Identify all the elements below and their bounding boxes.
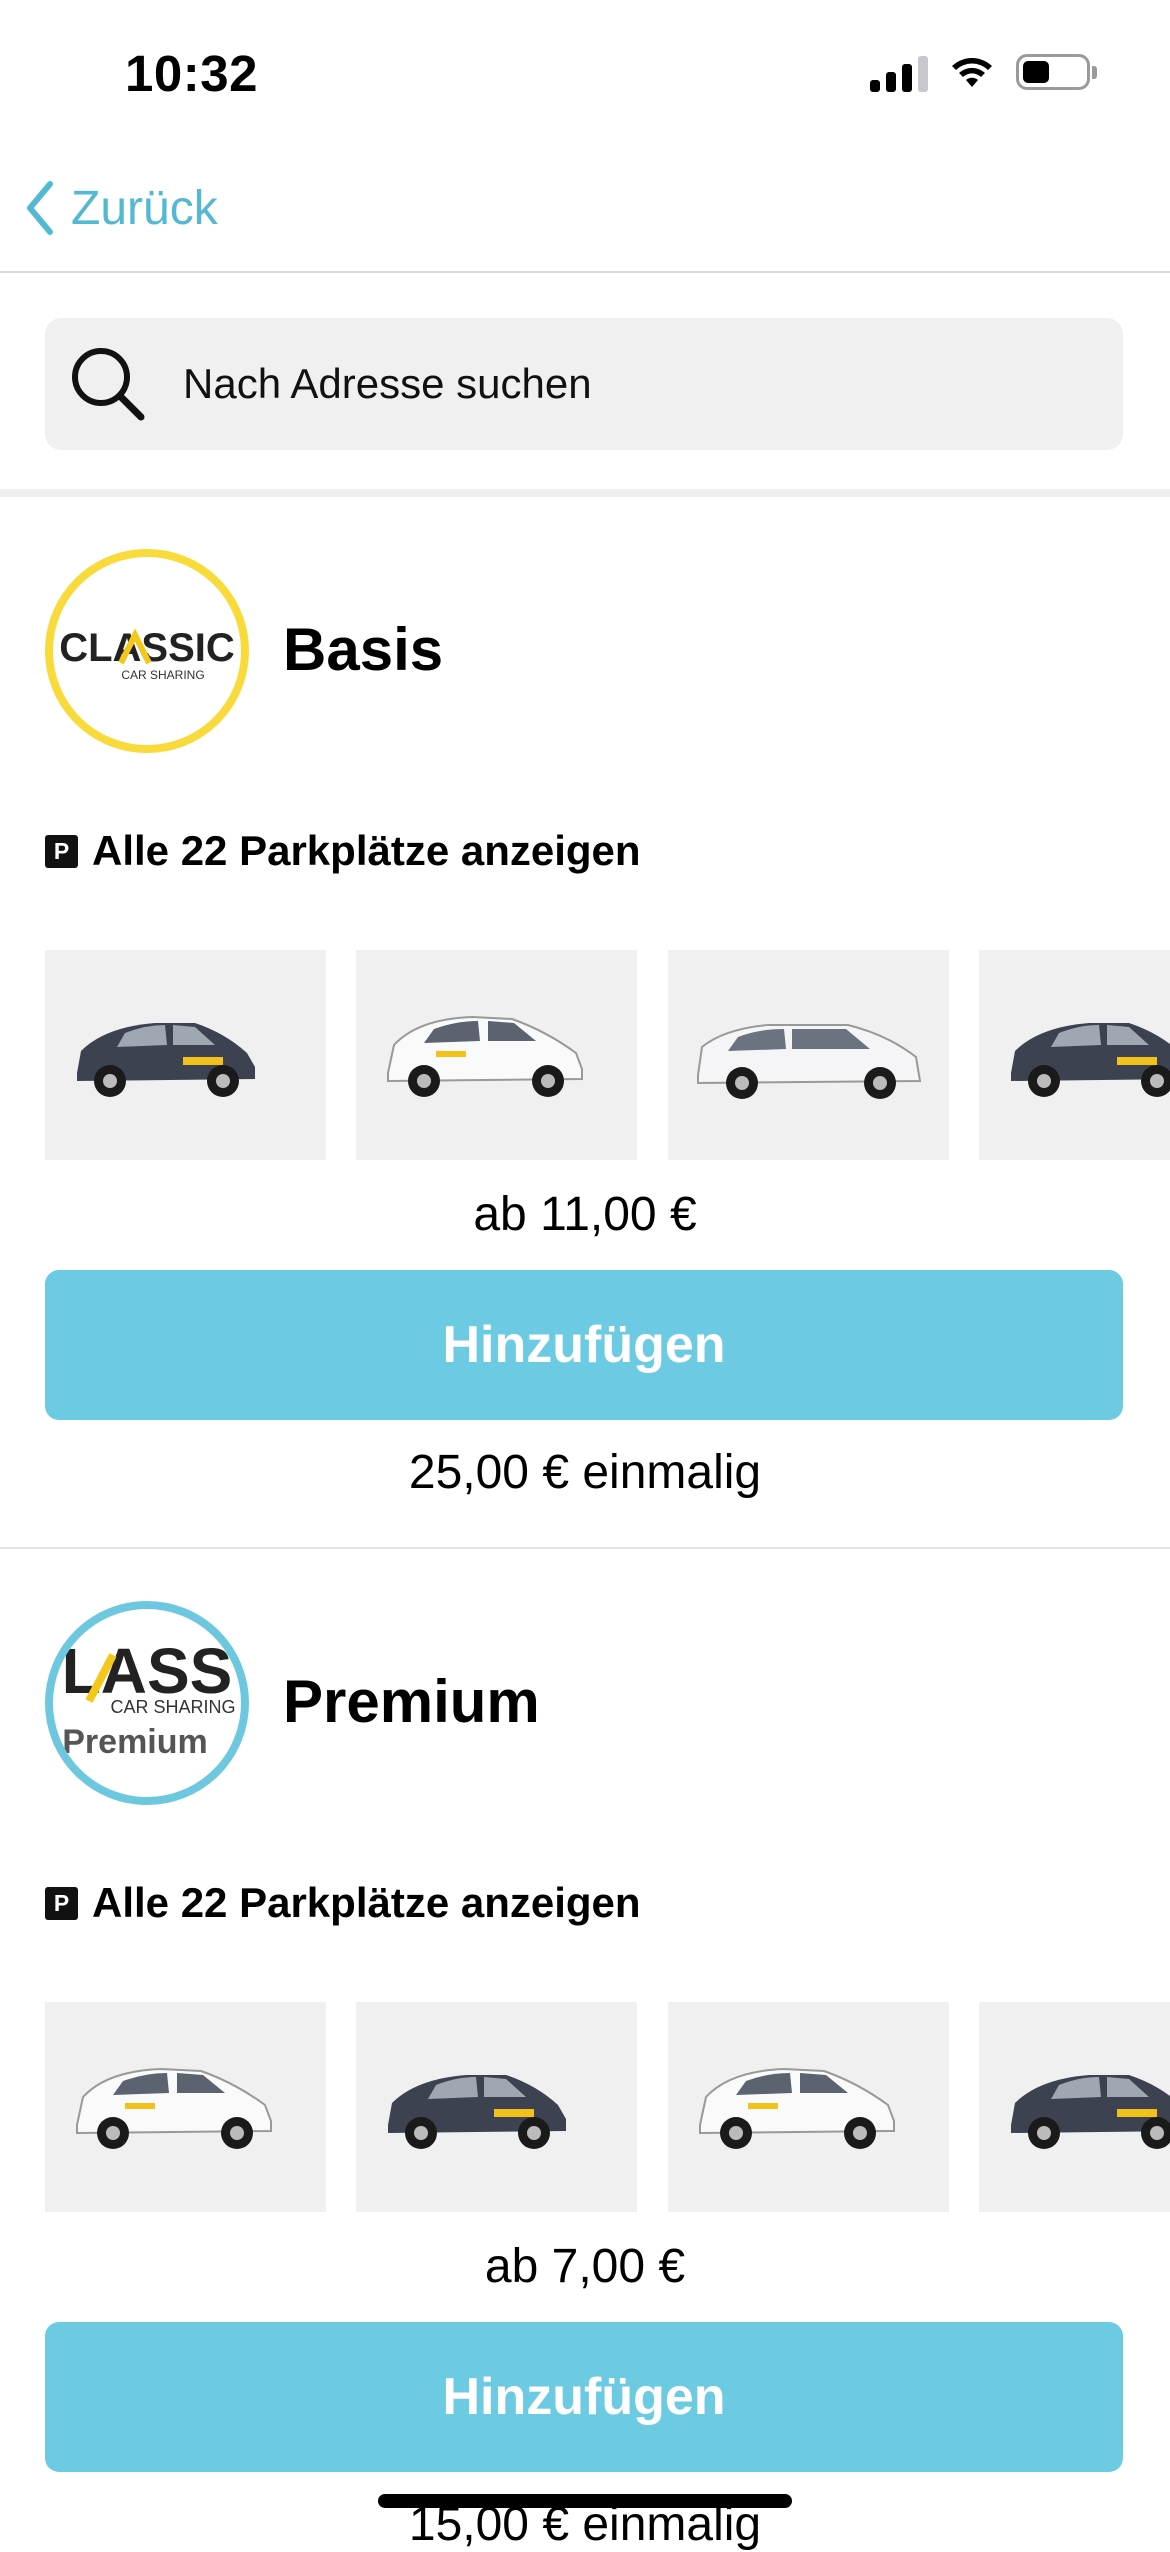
dark-hatchback-image	[388, 2075, 566, 2149]
white-hatchback-image	[699, 2067, 895, 2149]
show-parking-link[interactable]: P Alle 22 Parkplätze anzeigen	[45, 827, 641, 875]
plan-name: Basis	[283, 616, 444, 683]
parking-label: Alle 22 Parkplätze anzeigen	[92, 1879, 641, 1926]
car-thumbnail[interactable]	[45, 950, 326, 1160]
plan-card-premium: LASS CAR SHARING Premium Premium P Alle …	[0, 1549, 1170, 2551]
car-thumbnail[interactable]	[979, 950, 1170, 1160]
white-hatchback-image	[76, 2067, 272, 2149]
car-thumbnail[interactable]	[356, 2002, 637, 2212]
dark-hatchback-image	[1011, 2075, 1170, 2149]
status-icons	[870, 52, 1097, 92]
white-hatchback-image	[387, 1015, 583, 1097]
car-thumbnail[interactable]	[979, 2002, 1170, 2212]
svg-text:CAR SHARING: CAR SHARING	[110, 1697, 235, 1717]
wifi-icon	[952, 58, 992, 87]
price-from: ab 11,00 €	[473, 1188, 697, 1241]
svg-text:CAR SHARING: CAR SHARING	[121, 668, 204, 682]
classic-premium-logo: LASS CAR SHARING Premium	[45, 1601, 249, 1805]
car-thumbnail[interactable]	[668, 2002, 949, 2212]
search-section	[0, 273, 1170, 497]
search-icon	[72, 348, 145, 421]
back-label: Zurück	[71, 181, 218, 235]
parking-label: Alle 22 Parkplätze anzeigen	[92, 827, 641, 874]
car-thumbnail[interactable]	[356, 950, 637, 1160]
plan-card-basis: CLASSIC CAR SHARING Basis P Alle 22 Park…	[0, 497, 1170, 1549]
home-indicator[interactable]	[378, 2494, 792, 2508]
svg-text:Premium: Premium	[62, 1723, 208, 1761]
car-thumbnail[interactable]	[668, 950, 949, 1160]
white-estate-image	[697, 1024, 922, 1099]
show-parking-link[interactable]: P Alle 22 Parkplätze anzeigen	[45, 1879, 641, 1927]
search-input[interactable]	[181, 359, 1065, 409]
add-plan-button[interactable]: Hinzufügen	[45, 1270, 1123, 1420]
dark-hatchback-image	[77, 1023, 255, 1097]
add-plan-button[interactable]: Hinzufügen	[45, 2322, 1123, 2472]
plan-name: Premium	[283, 1668, 540, 1735]
chevron-left-icon	[27, 181, 53, 235]
classic-logo: CLASSIC CAR SHARING	[45, 549, 249, 753]
dark-hatchback-image	[1011, 1023, 1170, 1097]
car-carousel[interactable]	[45, 950, 1170, 1160]
parking-icon: P	[45, 1886, 78, 1920]
price-from: ab 7,00 €	[484, 2240, 686, 2293]
cellular-signal-icon	[870, 52, 928, 92]
status-bar: 10:32	[0, 0, 1170, 160]
back-button[interactable]: Zurück	[25, 180, 218, 236]
classic-premium-logo-graphic: LASS CAR SHARING Premium	[62, 1635, 236, 1761]
status-time: 10:32	[125, 45, 258, 102]
classic-logo-graphic: CLASSIC CAR SHARING	[59, 626, 235, 682]
one-time-fee: 25,00 € einmalig	[408, 1446, 762, 1499]
car-carousel[interactable]	[45, 2002, 1170, 2212]
search-bar[interactable]	[45, 318, 1123, 450]
navigation-bar: Zurück	[0, 160, 1170, 273]
parking-icon: P	[45, 834, 78, 868]
car-thumbnail[interactable]	[45, 2002, 326, 2212]
battery-icon	[1016, 54, 1097, 90]
